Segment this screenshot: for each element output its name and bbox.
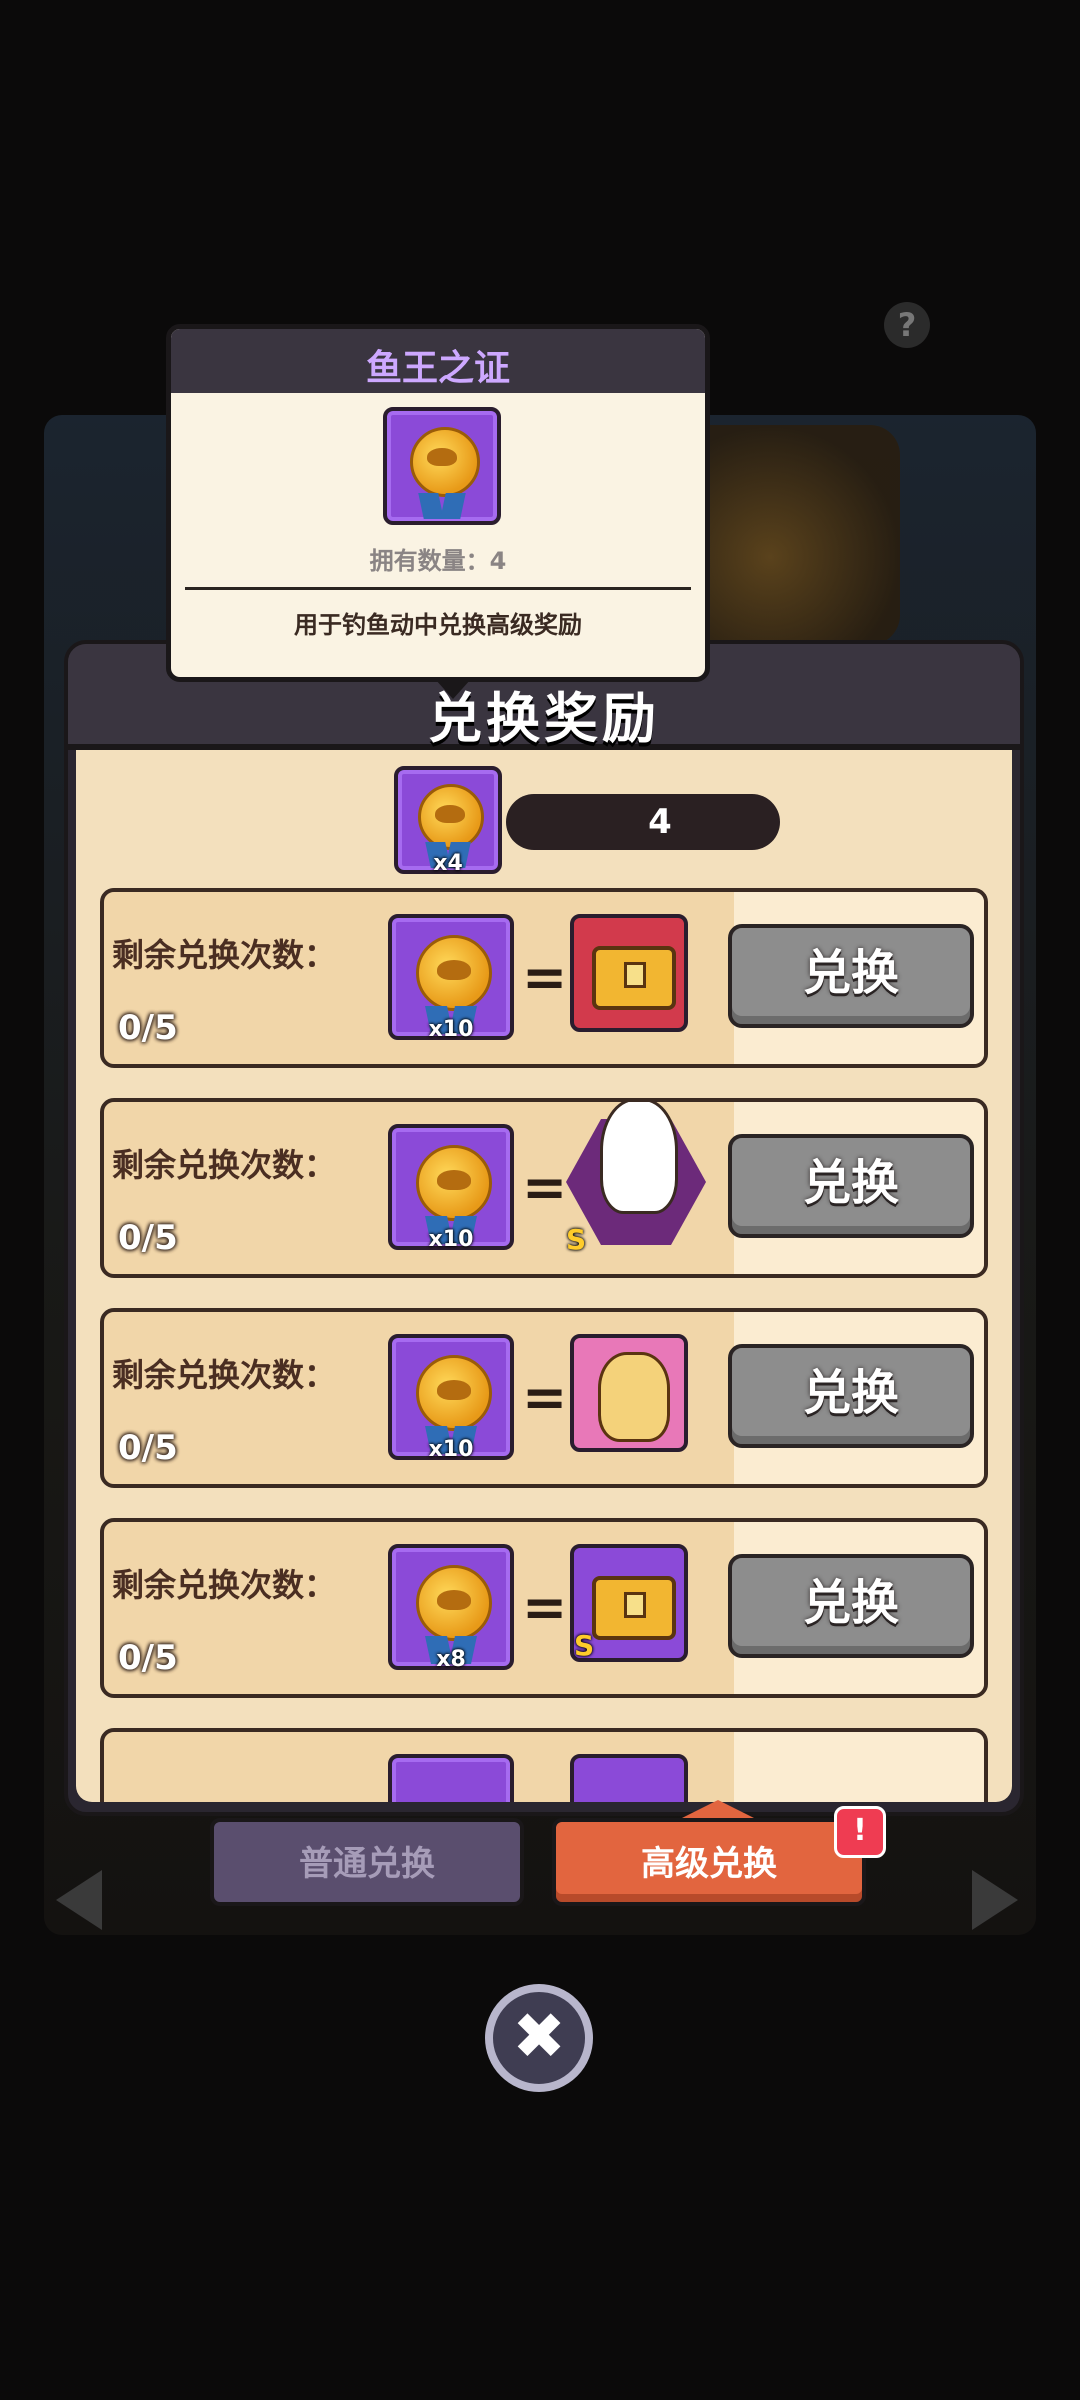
tooltip-owned-quantity: 拥有数量：4 (369, 547, 507, 575)
equals-icon: = (522, 1366, 568, 1429)
tab-advanced-exchange[interactable]: 高级兑换 (552, 1818, 866, 1906)
exchange-button[interactable]: 兑换 (728, 1344, 974, 1448)
remaining-count: 0/5 (118, 1428, 178, 1468)
exchange-button[interactable]: 兑换 (728, 1134, 974, 1238)
remaining-label: 剩余兑换次数： (112, 1356, 337, 1394)
reward-treasure-chest-icon[interactable] (570, 914, 688, 1032)
exchange-row: 剩余兑换次数： 0/5 x8 = S 兑换 (100, 1518, 988, 1698)
remaining-label: 剩余兑换次数： (112, 1566, 337, 1604)
close-button[interactable]: ✖ (485, 1984, 593, 2092)
tooltip-medal (383, 407, 501, 525)
equals-icon: = (522, 1576, 568, 1639)
cost-medal[interactable]: x10 (388, 1334, 514, 1462)
fish-king-medal-icon (416, 1144, 492, 1221)
arrow-left-icon[interactable] (56, 1870, 102, 1930)
remaining-count: 0/5 (118, 1218, 178, 1258)
cost-medal[interactable]: x10 (388, 914, 514, 1042)
reward-skull-chest-icon[interactable]: S (570, 1544, 688, 1662)
exchange-row: 剩余兑换次数： 0/5 x10 = 兑换 (100, 888, 988, 1068)
currency-amount: 4 (506, 794, 780, 850)
fish-king-medal-icon (416, 1564, 492, 1641)
remaining-label: 剩余兑换次数： (112, 1146, 337, 1184)
cost-multiplier: x10 (428, 1437, 474, 1462)
cost-medal[interactable]: x10 (388, 1124, 514, 1252)
tooltip-description: 用于钓鱼动中兑换高级奖励 (294, 611, 582, 639)
active-tab-indicator (678, 1800, 758, 1820)
cost-medal[interactable] (388, 1754, 514, 1802)
remaining-label: 剩余兑换次数： (112, 936, 337, 974)
reward-icon[interactable] (570, 1754, 688, 1802)
reward-character-icon[interactable]: S (566, 1102, 706, 1256)
arrow-right-icon[interactable] (972, 1870, 1018, 1930)
remaining-count: 0/5 (118, 1638, 178, 1678)
cost-multiplier: x8 (436, 1647, 466, 1672)
help-icon[interactable]: ? (884, 302, 930, 348)
cost-multiplier: x10 (428, 1017, 474, 1042)
exchange-panel: 兑换奖励 4 x4 剩余兑换次数： 0/5 x10 = 兑换 剩余兑换次数： 0… (64, 640, 1024, 1816)
exchange-row-partial (100, 1728, 988, 1802)
tab-normal-exchange[interactable]: 普通兑换 (210, 1818, 524, 1906)
panel-title: 兑换奖励 (428, 687, 660, 750)
equals-icon: = (522, 946, 568, 1009)
fish-king-medal-icon (416, 1354, 492, 1431)
equals-icon: = (522, 1156, 568, 1219)
currency-multiplier: x4 (433, 851, 463, 876)
fish-king-medal-icon (416, 934, 492, 1011)
exchange-button[interactable]: 兑换 (728, 924, 974, 1028)
cost-medal[interactable]: x8 (388, 1544, 514, 1672)
alert-icon: ! (834, 1806, 886, 1858)
tooltip-title: 鱼王之证 (365, 348, 510, 389)
rank-badge: S (566, 1223, 587, 1256)
fish-king-medal-icon (410, 427, 480, 498)
exchange-button[interactable]: 兑换 (728, 1554, 974, 1658)
item-tooltip: 鱼王之证 拥有数量：4 用于钓鱼动中兑换高级奖励 (166, 324, 710, 699)
reward-pet-icon[interactable] (570, 1334, 688, 1452)
panel-body: 4 x4 剩余兑换次数： 0/5 x10 = 兑换 剩余兑换次数： 0/5 x1… (76, 750, 1012, 1802)
divider (185, 587, 691, 590)
exchange-row: 剩余兑换次数： 0/5 x10 = S 兑换 (100, 1098, 988, 1278)
fish-king-medal-icon (418, 784, 484, 850)
rank-badge: S (574, 1629, 595, 1662)
cost-multiplier: x10 (428, 1227, 474, 1252)
currency-medal[interactable]: x4 (394, 766, 502, 876)
remaining-count: 0/5 (118, 1008, 178, 1048)
exchange-row: 剩余兑换次数： 0/5 x10 = 兑换 (100, 1308, 988, 1488)
